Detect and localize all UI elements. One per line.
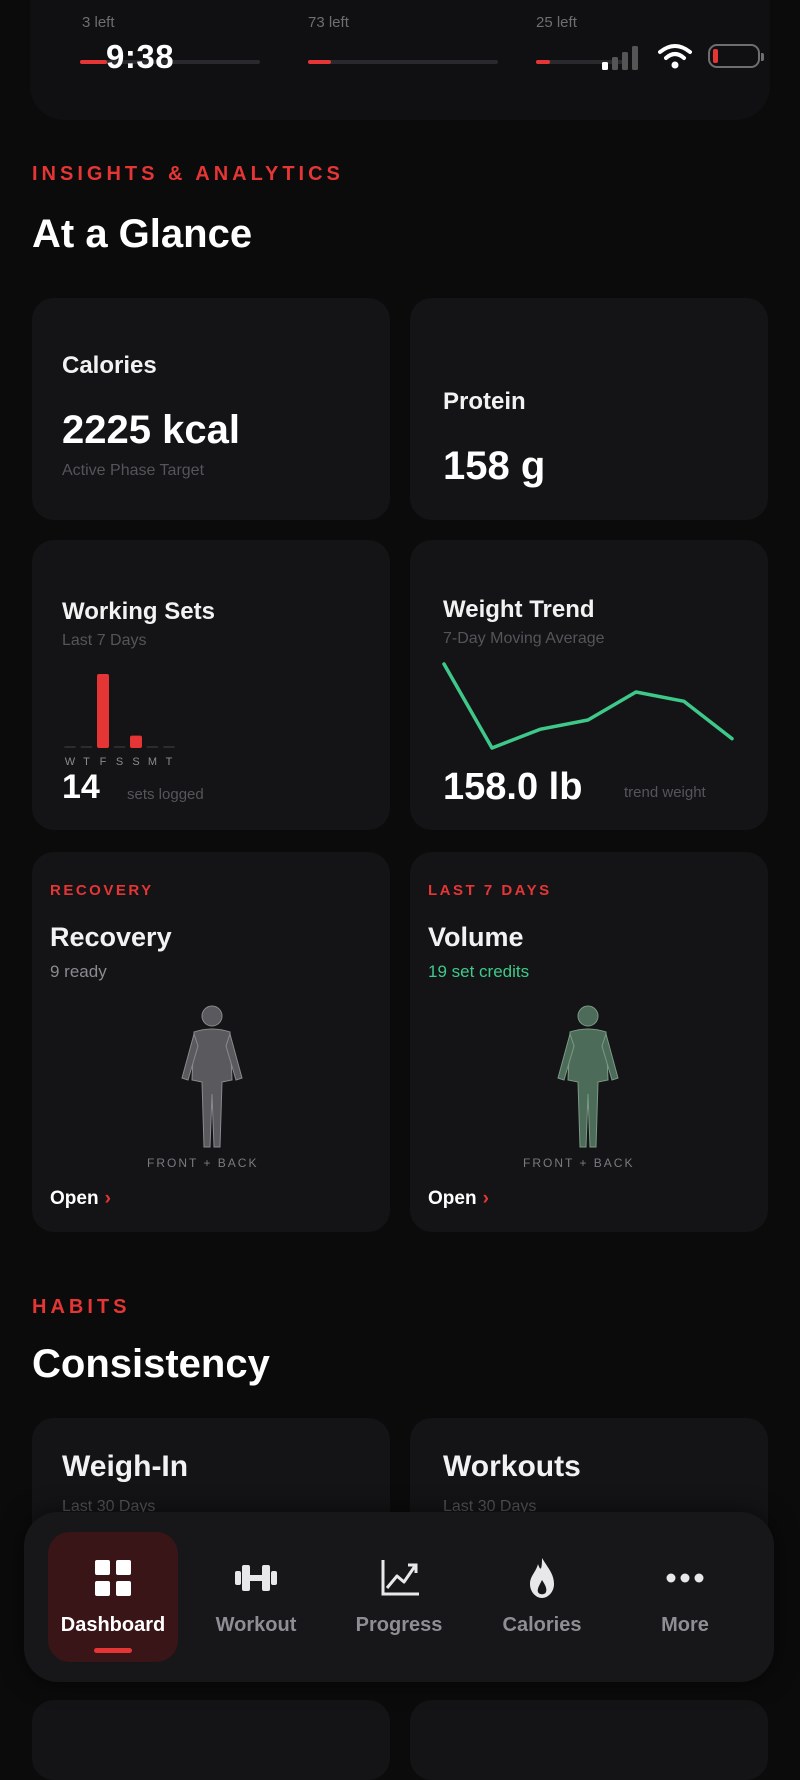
- weight-trend-chart: [440, 656, 750, 766]
- sets-day-label: M: [148, 756, 157, 768]
- calories-value: 2225 kcal: [62, 408, 240, 453]
- sets-bar-M: [147, 746, 159, 748]
- sets-bar-S: [114, 746, 126, 748]
- volume-eyebrow: LAST 7 DAYS: [428, 882, 552, 899]
- battery-level: [713, 49, 718, 63]
- recovery-open-label: Open: [50, 1188, 99, 1209]
- weight-trend-value: 158.0 lb: [443, 766, 582, 809]
- insights-eyebrow: INSIGHTS & ANALYTICS: [32, 163, 344, 186]
- volume-title: Volume: [428, 922, 524, 953]
- tab-more[interactable]: More: [620, 1532, 750, 1662]
- battery-nub: [761, 53, 764, 61]
- tab-dashboard-label: Dashboard: [48, 1614, 178, 1637]
- sets-day-label: T: [166, 756, 173, 768]
- chart-icon: [375, 1556, 423, 1600]
- battery-icon: [708, 44, 760, 68]
- volume-open-link[interactable]: Open ›: [428, 1188, 489, 1210]
- tab-progress[interactable]: Progress: [334, 1532, 464, 1662]
- working-sets-card[interactable]: Working Sets Last 7 Days WTFSSMT 14 sets…: [32, 540, 390, 830]
- working-sets-subtitle: Last 7 Days: [62, 632, 146, 650]
- tab-dashboard[interactable]: Dashboard: [48, 1532, 178, 1662]
- tab-more-label: More: [620, 1614, 750, 1637]
- dashboard-grid-icon: [89, 1556, 137, 1600]
- progress-fill-3: [536, 60, 550, 64]
- sets-bar-T: [81, 746, 93, 748]
- recovery-open-link[interactable]: Open ›: [50, 1188, 111, 1210]
- working-sets-note: sets logged: [127, 786, 204, 803]
- habits-eyebrow: HABITS: [32, 1296, 130, 1319]
- tab-bar: Dashboard Workout Progress Calories: [24, 1512, 774, 1682]
- sets-day-label: S: [116, 756, 123, 768]
- wifi-icon: [658, 42, 692, 70]
- active-tab-indicator: [94, 1648, 132, 1653]
- workouts-title: Workouts: [443, 1450, 581, 1484]
- habits-title: Consistency: [32, 1342, 270, 1387]
- status-bar: 3 left 73 left 25 left 9:38: [30, 0, 770, 120]
- tab-calories[interactable]: Calories: [477, 1532, 607, 1662]
- next-card-left: [32, 1700, 390, 1780]
- weight-trend-subtitle: 7-Day Moving Average: [443, 630, 605, 648]
- weight-trend-note: trend weight: [624, 784, 706, 801]
- body-figure-icon: [172, 1002, 252, 1152]
- recovery-title: Recovery: [50, 922, 172, 953]
- tab-calories-label: Calories: [477, 1614, 607, 1637]
- working-sets-value: 14: [62, 768, 100, 807]
- sets-bar-S: [130, 736, 142, 748]
- working-sets-chart: WTFSSMT: [60, 660, 280, 780]
- recovery-subtitle: 9 ready: [50, 962, 107, 982]
- flame-icon: [518, 1556, 566, 1600]
- dumbbell-icon: [232, 1556, 280, 1600]
- recovery-card[interactable]: RECOVERY Recovery 9 ready FRONT + BACK O…: [32, 852, 390, 1232]
- sets-bar-F: [97, 674, 109, 748]
- progress-track-2: [308, 60, 498, 64]
- volume-card[interactable]: LAST 7 DAYS Volume 19 set credits FRONT …: [410, 852, 768, 1232]
- more-dots-icon: [661, 1556, 709, 1600]
- progress-fill-1: [80, 60, 107, 64]
- volume-subtitle: 19 set credits: [428, 962, 529, 982]
- calories-card-title: Calories: [62, 352, 157, 380]
- sets-day-label: T: [83, 756, 90, 768]
- sets-bar-T: [163, 746, 175, 748]
- track-label-2: 73 left: [308, 14, 349, 31]
- protein-value: 158 g: [443, 444, 545, 489]
- tab-workout[interactable]: Workout: [191, 1532, 321, 1662]
- protein-card-title: Protein: [443, 388, 526, 416]
- sets-day-label: F: [100, 756, 107, 768]
- insights-title: At a Glance: [32, 212, 252, 257]
- sets-day-label: W: [65, 756, 76, 768]
- weight-trend-line: [444, 664, 732, 748]
- clock: 9:38: [106, 38, 174, 76]
- tab-progress-label: Progress: [334, 1614, 464, 1637]
- calories-subtitle: Active Phase Target: [62, 462, 204, 480]
- volume-body-label: FRONT + BACK: [523, 1156, 634, 1170]
- working-sets-title: Working Sets: [62, 598, 215, 626]
- track-label-3: 25 left: [536, 14, 577, 31]
- chevron-right-icon: ›: [105, 1188, 111, 1209]
- track-label-1: 3 left: [82, 14, 115, 31]
- recovery-eyebrow: RECOVERY: [50, 882, 154, 899]
- progress-fill-2: [308, 60, 331, 64]
- next-card-right: [410, 1700, 768, 1780]
- weigh-in-title: Weigh-In: [62, 1450, 188, 1484]
- signal-icon: [602, 44, 646, 70]
- recovery-body-label: FRONT + BACK: [147, 1156, 258, 1170]
- sets-day-label: S: [132, 756, 139, 768]
- volume-open-label: Open: [428, 1188, 477, 1209]
- weight-trend-card[interactable]: Weight Trend 7-Day Moving Average 158.0 …: [410, 540, 768, 830]
- protein-card[interactable]: Protein 158 g: [410, 298, 768, 520]
- calories-card[interactable]: Calories 2225 kcal Active Phase Target: [32, 298, 390, 520]
- sets-bar-W: [64, 746, 76, 748]
- tab-workout-label: Workout: [191, 1614, 321, 1637]
- weight-trend-title: Weight Trend: [443, 596, 595, 624]
- body-figure-icon: [548, 1002, 628, 1152]
- chevron-right-icon: ›: [483, 1188, 489, 1209]
